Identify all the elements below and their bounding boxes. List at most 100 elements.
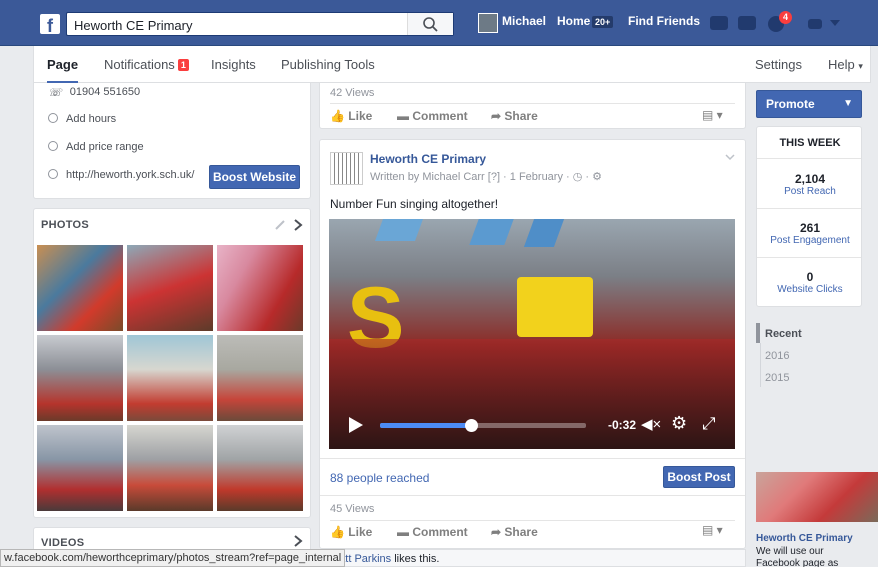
post-as-selector-icon[interactable]: ▤ ▾ [702, 523, 723, 537]
website-link[interactable]: http://heworth.york.sch.uk/ [66, 169, 194, 181]
tab-publishing-tools[interactable]: Publishing Tools [281, 57, 375, 72]
edit-pencil-icon[interactable] [274, 219, 286, 231]
divider [757, 208, 861, 209]
help-caret-icon: ▾ [858, 61, 863, 71]
play-icon[interactable] [349, 417, 363, 433]
settings-gear-icon[interactable]: ⚙ [671, 413, 687, 434]
facebook-logo-icon[interactable]: f [40, 14, 60, 36]
post-engagement-link[interactable]: Post Engagement [757, 235, 863, 246]
videos-title: VIDEOS [41, 537, 85, 549]
promo-page-name[interactable]: Heworth CE Primary [756, 533, 853, 544]
page-profile-picture[interactable] [330, 152, 363, 185]
website-clicks-link[interactable]: Website Clicks [757, 284, 863, 295]
post-reach-link[interactable]: Post Reach [757, 186, 863, 197]
tab-insights[interactable]: Insights [211, 57, 256, 72]
photo-thumbnail[interactable] [36, 244, 124, 332]
video-post-card: Heworth CE Primary Written by Michael Ca… [319, 139, 746, 549]
this-week-title: THIS WEEK [779, 137, 841, 149]
year-recent[interactable]: Recent [765, 328, 802, 340]
home-link[interactable]: Home [557, 14, 590, 28]
photo-thumbnail[interactable] [126, 424, 214, 512]
tab-notifications-label: Notifications [104, 57, 175, 72]
add-hours-link[interactable]: Add hours [66, 113, 116, 125]
share-button[interactable]: ➦ Share [491, 109, 538, 123]
find-friends-link[interactable]: Find Friends [628, 14, 700, 28]
user-name-link[interactable]: Michael [502, 14, 546, 28]
privacy-lock-icon[interactable] [808, 19, 822, 29]
promote-button[interactable]: Promote ▼ [756, 90, 862, 118]
yellow-dice [517, 277, 593, 337]
fullscreen-icon[interactable]: ⤢ [702, 414, 716, 434]
year-selector-marker [756, 323, 760, 343]
top-bar: f Heworth CE Primary Michael Home 20+ Fi… [0, 0, 878, 46]
add-price-row[interactable]: Add price range [48, 141, 144, 153]
like-icon: 👍 [330, 109, 345, 123]
photos-next-icon[interactable] [293, 218, 303, 232]
share-button[interactable]: ➦ Share [491, 525, 538, 539]
year-2015[interactable]: 2015 [765, 372, 789, 384]
website-row[interactable]: http://heworth.york.sch.uk/ [48, 169, 194, 181]
account-menu-icon[interactable] [830, 20, 840, 28]
photo-thumbnail[interactable] [126, 244, 214, 332]
year-2016[interactable]: 2016 [765, 350, 789, 362]
divider [757, 158, 861, 159]
like-button[interactable]: 👍 Like [330, 525, 372, 539]
videos-next-icon[interactable] [293, 534, 303, 548]
page-admin-nav: Page Notifications 1 Insights Publishing … [33, 46, 871, 84]
notifications-count-badge: 4 [779, 11, 793, 24]
divider [330, 520, 735, 521]
divider [330, 103, 735, 104]
divider [320, 458, 745, 459]
comment-icon: ▬ [397, 525, 409, 539]
comment-label: Comment [412, 525, 468, 539]
skylight [374, 219, 424, 241]
friend-requests-icon[interactable] [710, 16, 728, 30]
home-badge: 20+ [592, 16, 614, 28]
phone-number: 01904 551650 [69, 86, 141, 98]
photo-thumbnail[interactable] [216, 334, 304, 422]
photo-thumbnail[interactable] [216, 424, 304, 512]
comment-button[interactable]: ▬ Comment [397, 525, 468, 539]
previous-post-footer: 42 Views 👍 Like ▬ Comment ➦ Share ▤ ▾ [319, 83, 746, 129]
about-card: ☏ 01904 551650 Add hours Add price range … [33, 83, 311, 199]
promo-text: We will use our Facebook page as another… [756, 546, 839, 567]
settings-link[interactable]: Settings [755, 57, 802, 72]
video-scrubber-handle[interactable] [464, 419, 478, 432]
messages-icon[interactable] [738, 16, 756, 30]
promote-dropdown-icon: ▼ [843, 98, 853, 109]
comment-icon: ▬ [397, 109, 409, 123]
add-hours-row[interactable]: Add hours [48, 113, 116, 125]
promo-image[interactable] [756, 472, 878, 522]
search-input[interactable]: Heworth CE Primary [66, 12, 454, 36]
video-player[interactable]: S -0:32 ◀× ⚙ ⤢ [329, 219, 735, 449]
comment-button[interactable]: ▬ Comment [397, 109, 468, 123]
boost-website-button[interactable]: Boost Website [209, 165, 300, 189]
share-icon: ➦ [491, 525, 502, 539]
photo-thumbnail[interactable] [36, 334, 124, 422]
skylight [523, 219, 565, 247]
photo-thumbnail[interactable] [216, 244, 304, 332]
skylight [469, 219, 514, 245]
tab-notifications[interactable]: Notifications 1 [104, 57, 189, 72]
boost-post-button[interactable]: Boost Post [663, 466, 735, 488]
post-page-name-link[interactable]: Heworth CE Primary [370, 152, 486, 166]
price-icon [48, 141, 58, 151]
like-button[interactable]: 👍 Like [330, 109, 372, 123]
previous-post-views: 42 Views [330, 87, 375, 99]
avatar[interactable] [478, 13, 498, 33]
comment-label: Comment [412, 109, 468, 123]
search-button[interactable] [407, 13, 453, 35]
post-as-selector-icon[interactable]: ▤ ▾ [702, 108, 723, 122]
tab-page[interactable]: Page [47, 57, 79, 84]
divider [757, 257, 861, 258]
mute-icon[interactable]: ◀× [641, 415, 661, 433]
video-progress-bar[interactable] [380, 419, 586, 432]
website-clicks-number: 0 [806, 270, 814, 284]
help-menu[interactable]: Help ▾ [828, 57, 863, 72]
video-time-remaining: -0:32 [608, 418, 637, 432]
photo-thumbnail[interactable] [36, 424, 124, 512]
add-price-link[interactable]: Add price range [66, 141, 144, 153]
photo-thumbnail[interactable] [126, 334, 214, 422]
year-timeline-line [760, 343, 761, 387]
post-options-chevron-icon[interactable] [725, 154, 735, 161]
